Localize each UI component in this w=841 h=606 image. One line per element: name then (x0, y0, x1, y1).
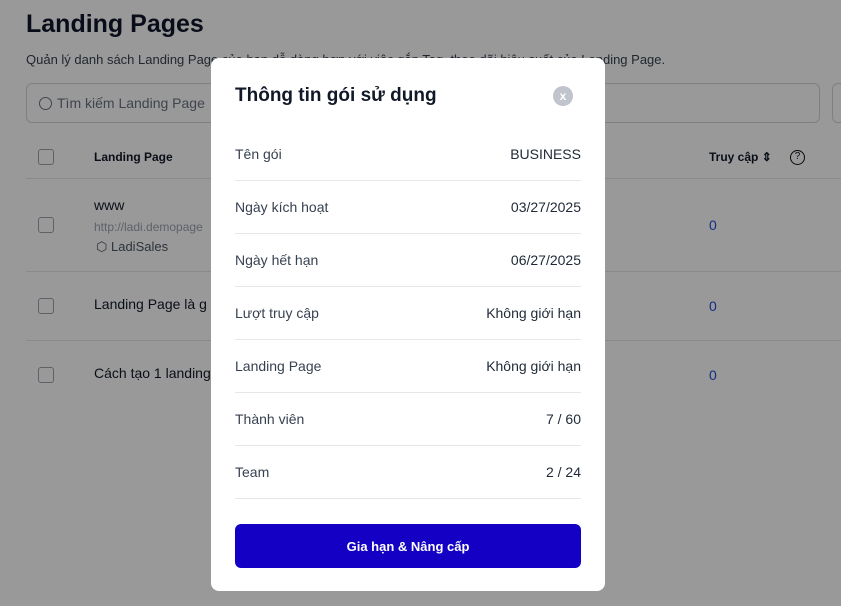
row-value: 06/27/2025 (510, 252, 581, 268)
row-value: BUSINESS (510, 146, 581, 162)
row-value: Không giới hạn (486, 305, 581, 321)
renew-upgrade-button[interactable]: Gia hạn & Nâng cấp (235, 524, 581, 568)
row-label: Landing Page (235, 358, 322, 374)
plan-row-activation: Ngày kích hoạt 03/27/2025 (235, 181, 581, 234)
plan-row-expiry: Ngày hết hạn 06/27/2025 (235, 234, 581, 287)
row-label: Thành viên (235, 411, 305, 427)
plan-row-visits: Lượt truy cập Không giới hạn (235, 287, 581, 340)
row-label: Tên gói (235, 146, 282, 162)
row-label: Lượt truy cập (235, 305, 319, 321)
modal-title: Thông tin gói sử dụng (235, 85, 437, 106)
row-label: Team (235, 464, 270, 480)
row-label: Ngày kích hoạt (235, 199, 329, 215)
close-icon[interactable]: x (553, 86, 573, 106)
plan-info-list: Tên gói BUSINESS Ngày kích hoạt 03/27/2025… (235, 128, 581, 499)
plan-info-modal: Thông tin gói sử dụng x Tên gói BUSINESS … (211, 58, 605, 591)
row-label: Ngày hết hạn (235, 252, 319, 268)
plan-row-name: Tên gói BUSINESS (235, 128, 581, 181)
row-value: 7 / 60 (545, 411, 581, 427)
row-value: Không giới hạn (486, 358, 581, 374)
row-value: 2 / 24 (545, 464, 581, 480)
plan-row-landing-pages: Landing Page Không giới hạn (235, 340, 581, 393)
plan-row-team: Team 2 / 24 (235, 446, 581, 499)
row-value: 03/27/2025 (510, 199, 581, 215)
plan-row-members: Thành viên 7 / 60 (235, 393, 581, 446)
